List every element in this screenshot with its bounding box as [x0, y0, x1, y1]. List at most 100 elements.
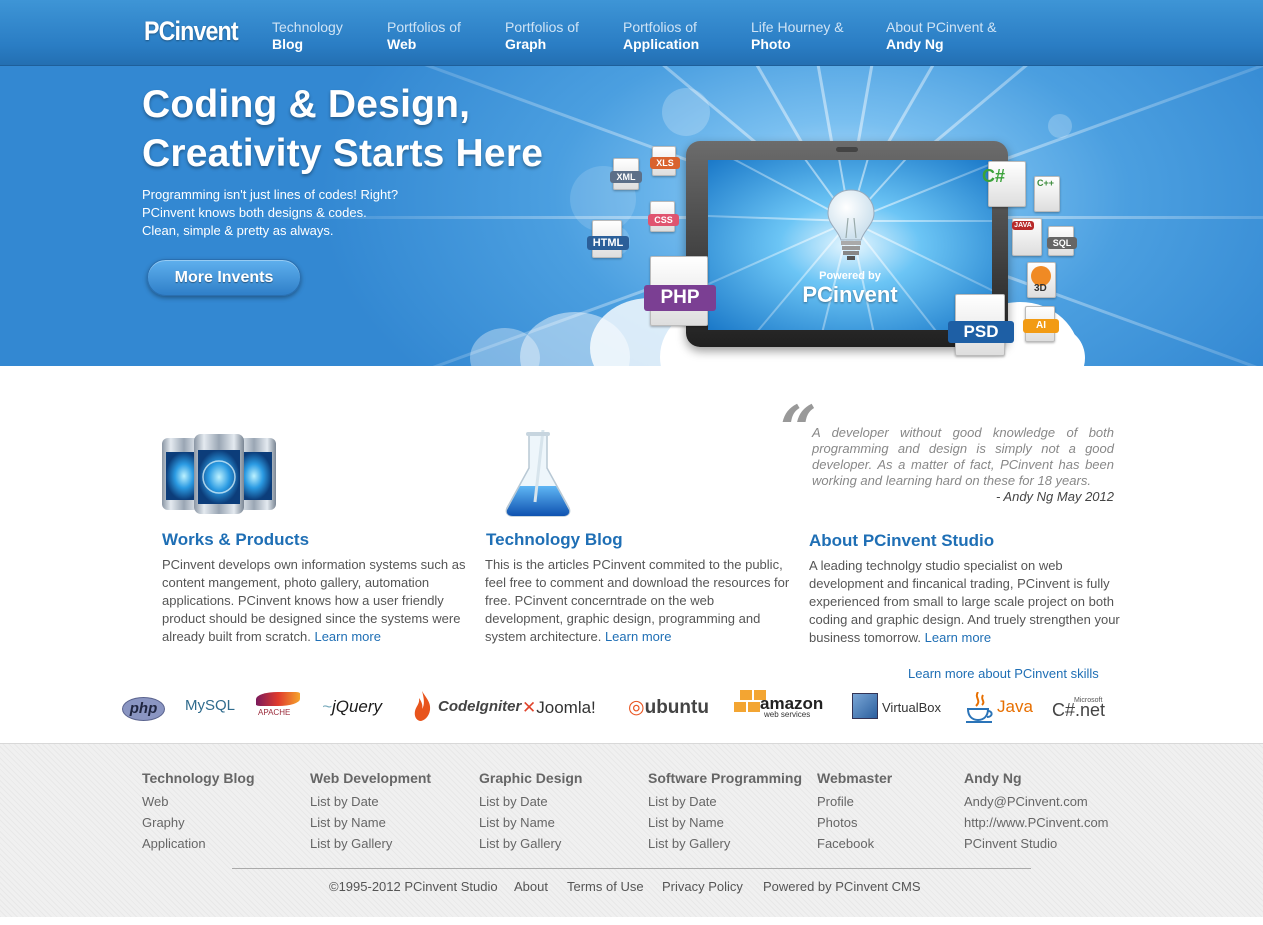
learn-more-skills-link[interactable]: Learn more about PCinvent skills — [908, 666, 1099, 681]
footer-link[interactable]: Graphy — [142, 812, 255, 833]
copyright-text: ©1995-2012 PCinvent Studio — [329, 879, 498, 894]
powered-by-label: Powered by — [819, 270, 881, 282]
nav-item-line1: Life Hourney & — [751, 19, 844, 35]
light-bulb-icon — [827, 189, 875, 260]
nav-item-line1: About PCinvent & — [886, 19, 997, 35]
site-logo[interactable]: PCinvent — [144, 16, 239, 47]
csharp-file-icon: C# — [982, 161, 1026, 207]
codeigniter-logo: CodeIgniter — [438, 698, 522, 715]
hero-title-line: Coding & Design, — [142, 83, 471, 126]
file-label: XLS — [650, 157, 680, 169]
footer-link[interactable]: Web — [142, 791, 255, 812]
nav-item-technology-blog[interactable]: Technology Blog — [272, 19, 343, 53]
footer-column-title[interactable]: Graphic Design — [479, 770, 582, 786]
file-label: 3D — [1034, 283, 1047, 294]
footer-link[interactable]: List by Date — [648, 791, 802, 812]
footer-column-title[interactable]: Technology Blog — [142, 770, 255, 786]
hero-text-line: PCinvent knows both designs & codes. — [142, 205, 367, 220]
top-nav-bar: PCinvent Technology Blog Portfolios of W… — [0, 0, 1263, 66]
footer-link[interactable]: Facebook — [817, 833, 892, 854]
footer-column-title[interactable]: Web Development — [310, 770, 431, 786]
footer-privacy-link[interactable]: Privacy Policy — [662, 879, 743, 894]
footer-link[interactable]: Profile — [817, 791, 892, 812]
nav-item-about[interactable]: About PCinvent & Andy Ng — [886, 19, 997, 53]
box-shape — [734, 702, 746, 712]
flask-icon — [505, 430, 571, 517]
footer-column-technology-blog: Technology Blog Web Graphy Application — [142, 770, 255, 854]
nav-item-line1: Portfolios of — [505, 19, 579, 35]
nav-item-line2: Blog — [272, 36, 304, 52]
file-label: PSD — [948, 321, 1014, 343]
footer-column-title[interactable]: Webmaster — [817, 770, 892, 786]
more-invents-button[interactable]: More Invents — [147, 259, 301, 296]
product-boxes-icon — [162, 434, 276, 514]
feature-title-about[interactable]: About PCinvent Studio — [809, 531, 994, 551]
file-label: AI — [1023, 319, 1059, 333]
learn-more-link[interactable]: Learn more — [605, 629, 671, 644]
footer-link[interactable]: List by Gallery — [310, 833, 431, 854]
footer-link[interactable]: Photos — [817, 812, 892, 833]
footer-link[interactable]: List by Gallery — [648, 833, 802, 854]
footer-column-webmaster: Webmaster Profile Photos Facebook — [817, 770, 892, 854]
footer-link[interactable]: List by Date — [479, 791, 582, 812]
flame-icon — [414, 691, 431, 721]
nav-item-line1: Portfolios of — [387, 19, 461, 35]
nav-item-portfolio-graph[interactable]: Portfolios of Graph — [505, 19, 579, 53]
footer-powered-link[interactable]: Powered by PCinvent CMS — [763, 879, 921, 894]
learn-more-link[interactable]: Learn more — [925, 630, 991, 645]
tablet-screen: Powered by PCinvent — [708, 160, 992, 330]
java-logo: Java — [997, 697, 1033, 716]
footer-link[interactable]: List by Name — [648, 812, 802, 833]
php-file-icon: PHP — [644, 256, 716, 326]
file-label: SQL — [1047, 237, 1077, 249]
java-cup-icon — [964, 691, 994, 723]
file-label: HTML — [587, 236, 629, 250]
apache-logo: APACHE — [258, 708, 291, 717]
feature-title-blog[interactable]: Technology Blog — [486, 530, 623, 550]
coffee-cup-icon — [966, 691, 993, 723]
box-shape — [748, 702, 760, 712]
nav-item-portfolio-application[interactable]: Portfolios of Application — [623, 19, 699, 53]
nav-item-line1: Portfolios of — [623, 19, 697, 35]
csharp-net-logo: C#.net — [1052, 700, 1106, 720]
hero-banner: Coding & Design, Creativity Starts Here … — [0, 66, 1263, 366]
nav-item-portfolio-web[interactable]: Portfolios of Web — [387, 19, 461, 53]
footer-column-title[interactable]: Software Programming — [648, 770, 802, 786]
footer-about-link[interactable]: About — [514, 879, 548, 894]
nav-item-line2: Photo — [751, 36, 791, 52]
footer-terms-link[interactable]: Terms of Use — [567, 879, 644, 894]
footer-link[interactable]: List by Name — [479, 812, 582, 833]
footer-link[interactable]: List by Name — [310, 812, 431, 833]
learn-more-link[interactable]: Learn more — [314, 629, 380, 644]
footer-link[interactable]: List by Gallery — [479, 833, 582, 854]
apache-feather-icon — [256, 692, 300, 706]
hero-bubble — [662, 88, 710, 136]
nav-item-line2: Andy Ng — [886, 36, 944, 52]
footer-column-title[interactable]: Andy Ng — [964, 770, 1109, 786]
nav-item-line2: Web — [387, 36, 417, 52]
ai-file-icon: AI — [1023, 306, 1059, 342]
feature-desc-works: PCinvent develops own information system… — [162, 556, 474, 646]
mysql-logo: MySQL — [185, 697, 236, 714]
file-label: CSS — [648, 214, 679, 226]
nav-item-line2: Graph — [505, 36, 547, 52]
footer-link[interactable]: Andy@PCinvent.com — [964, 791, 1109, 812]
html-file-icon: HTML — [587, 220, 629, 258]
php-logo: php — [122, 697, 165, 721]
nav-item-line2: Application — [623, 36, 700, 52]
virtualbox-logo: VirtualBox — [882, 700, 942, 715]
footer-link[interactable]: Application — [142, 833, 255, 854]
footer-link[interactable]: PCinvent Studio — [964, 833, 1109, 854]
file-label: JAVA — [1012, 221, 1034, 230]
3d-file-icon: 3D — [1027, 262, 1056, 298]
feature-title-works[interactable]: Works & Products — [162, 530, 309, 550]
file-label: PHP — [644, 285, 716, 311]
footer-divider — [232, 868, 1031, 869]
footer-column-software-programming: Software Programming List by Date List b… — [648, 770, 802, 854]
joomla-icon: ✕ — [522, 698, 537, 717]
css-file-icon: CSS — [648, 201, 679, 232]
nav-item-life-photo[interactable]: Life Hourney & Photo — [751, 19, 844, 53]
xls-file-icon: XLS — [650, 146, 680, 176]
footer-link[interactable]: List by Date — [310, 791, 431, 812]
footer-link[interactable]: http://www.PCinvent.com — [964, 812, 1109, 833]
